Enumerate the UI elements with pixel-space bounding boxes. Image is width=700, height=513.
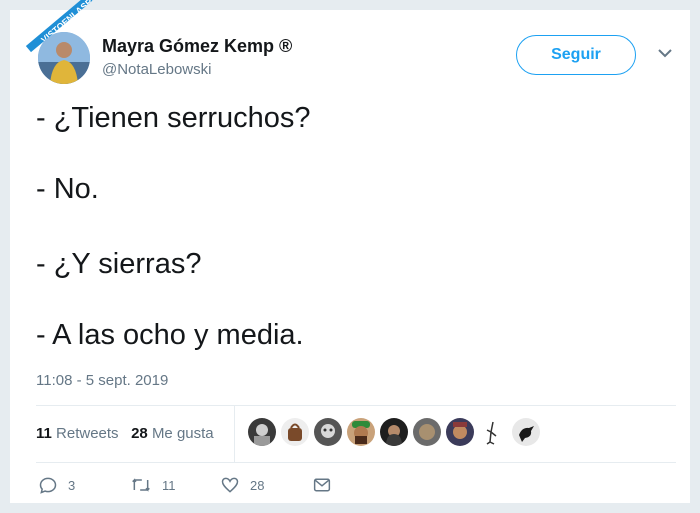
divider <box>36 405 676 406</box>
retweet-icon <box>132 478 150 492</box>
avatar[interactable] <box>38 32 90 84</box>
retweets-label: Retweets <box>56 425 119 442</box>
avatar-image <box>38 32 90 84</box>
likes-count: 28 <box>131 425 148 442</box>
tweet-stats: 11 Retweets 28 Me gusta <box>36 425 214 442</box>
like-count: 28 <box>250 477 265 493</box>
liker-avatar[interactable] <box>380 418 408 446</box>
liker-avatar[interactable] <box>413 418 441 446</box>
stats-divider <box>234 405 235 462</box>
liker-avatar[interactable] <box>314 418 342 446</box>
retweet-action[interactable]: 11 <box>130 474 176 496</box>
reply-count: 3 <box>68 477 76 493</box>
message-action[interactable] <box>312 474 342 496</box>
heart-icon <box>221 477 239 493</box>
message-icon <box>313 478 331 492</box>
divider <box>36 462 676 463</box>
chevron-down-icon[interactable] <box>658 48 672 58</box>
author-name[interactable]: Mayra Gómez Kemp ® <box>102 36 292 57</box>
reply-icon <box>39 477 57 494</box>
tweet-text-line: - ¿Y sierras? <box>36 248 202 280</box>
liker-avatar[interactable] <box>347 418 375 446</box>
likes-label: Me gusta <box>151 425 214 442</box>
follow-button[interactable]: Seguir <box>516 35 636 75</box>
liker-avatar[interactable] <box>446 418 474 446</box>
liker-avatar[interactable] <box>281 418 309 446</box>
liker-avatar[interactable] <box>248 418 276 446</box>
tweet-text-line: - ¿Tienen serruchos? <box>36 102 311 134</box>
retweets-stat[interactable]: 11 Retweets <box>36 425 123 442</box>
reply-action[interactable]: 3 <box>38 474 75 496</box>
like-action[interactable]: 28 <box>220 474 264 496</box>
tweet-text-line: - A las ocho y media. <box>36 319 304 351</box>
tweet-text-line: - No. <box>36 173 99 205</box>
retweet-count: 11 <box>162 477 176 493</box>
likes-stat[interactable]: 28 Me gusta <box>131 425 214 442</box>
retweets-count: 11 <box>36 425 52 442</box>
tweet-card: VISTOENLASREDES .com Mayra Gómez Kemp ® … <box>4 0 690 503</box>
liker-avatar[interactable] <box>479 418 507 446</box>
author-handle[interactable]: @NotaLebowski <box>102 61 211 78</box>
liker-avatar[interactable] <box>512 418 540 446</box>
tweet-timestamp[interactable]: 11:08 - 5 sept. 2019 <box>36 372 168 389</box>
